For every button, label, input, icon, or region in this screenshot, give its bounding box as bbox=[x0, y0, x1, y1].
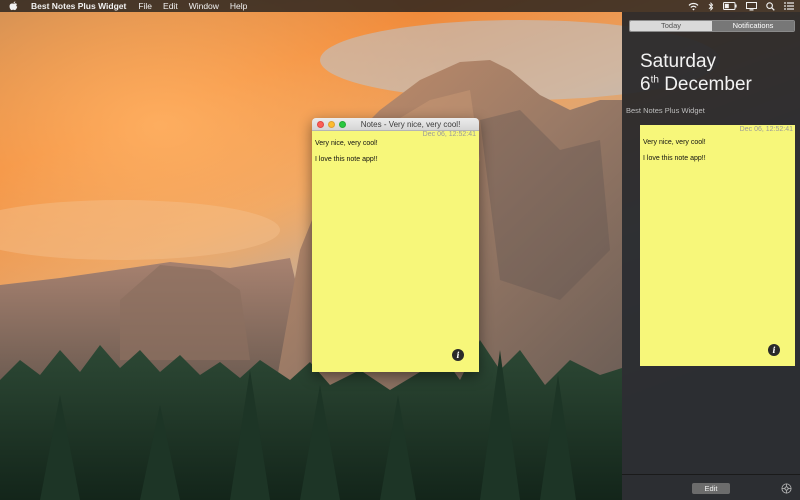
menu-file[interactable]: File bbox=[138, 0, 152, 12]
widget-note-text: Very nice, very cool! I love this note a… bbox=[643, 138, 706, 170]
widget-note-line: I love this note app!! bbox=[643, 155, 706, 162]
menu-window[interactable]: Window bbox=[189, 0, 219, 12]
tab-notifications[interactable]: Notifications bbox=[712, 21, 794, 31]
note-window: Notes - Very nice, very cool! Dec 06, 12… bbox=[312, 118, 479, 372]
nc-date-month: December bbox=[664, 74, 752, 95]
menu-bar: Best Notes Plus Widget File Edit Window … bbox=[0, 0, 800, 12]
note-line: Very nice, very cool! bbox=[315, 140, 378, 147]
notification-center-panel: Today Notifications Saturday 6th Decembe… bbox=[622, 12, 800, 500]
widget-note[interactable]: Dec 06, 12:52:41 Very nice, very cool! I… bbox=[640, 125, 795, 366]
menu-help[interactable]: Help bbox=[230, 0, 247, 12]
widget-note-timestamp: Dec 06, 12:52:41 bbox=[739, 126, 793, 133]
note-text[interactable]: Very nice, very cool! I love this note a… bbox=[315, 139, 378, 171]
nc-day: Saturday bbox=[640, 51, 717, 72]
close-button[interactable] bbox=[317, 120, 324, 128]
note-titlebar[interactable]: Notes - Very nice, very cool! bbox=[312, 118, 479, 131]
menu-edit[interactable]: Edit bbox=[163, 0, 178, 12]
notification-center-icon[interactable] bbox=[784, 2, 794, 10]
gear-icon[interactable] bbox=[781, 481, 792, 494]
edit-button[interactable]: Edit bbox=[692, 483, 730, 494]
note-timestamp: Dec 06, 12:52:41 bbox=[422, 131, 476, 138]
apple-icon[interactable] bbox=[8, 1, 19, 12]
battery-icon[interactable] bbox=[723, 2, 737, 10]
widget-note-line: Very nice, very cool! bbox=[643, 139, 706, 146]
nc-date: 6th December bbox=[640, 74, 752, 96]
wifi-icon[interactable] bbox=[688, 2, 699, 11]
menu-status-area bbox=[688, 0, 794, 12]
nc-segmented-control: Today Notifications bbox=[629, 20, 795, 32]
nc-bottom-bar: Edit bbox=[622, 474, 800, 500]
display-icon[interactable] bbox=[746, 1, 757, 11]
nc-date-number: 6 bbox=[640, 74, 651, 95]
nc-date-suffix: th bbox=[650, 74, 659, 86]
tab-today[interactable]: Today bbox=[630, 21, 712, 31]
bluetooth-icon[interactable] bbox=[708, 1, 714, 11]
menu-app-name[interactable]: Best Notes Plus Widget bbox=[31, 0, 126, 12]
info-icon[interactable]: i bbox=[452, 349, 464, 361]
note-editor[interactable]: Dec 06, 12:52:41 Very nice, very cool! I… bbox=[312, 131, 479, 372]
widget-info-icon[interactable]: i bbox=[768, 344, 780, 356]
window-controls bbox=[317, 120, 346, 128]
widget-title: Best Notes Plus Widget bbox=[626, 106, 705, 115]
search-icon[interactable] bbox=[766, 1, 775, 11]
zoom-button[interactable] bbox=[339, 120, 346, 128]
note-line: I love this note app!! bbox=[315, 156, 378, 163]
minimize-button[interactable] bbox=[328, 120, 335, 128]
